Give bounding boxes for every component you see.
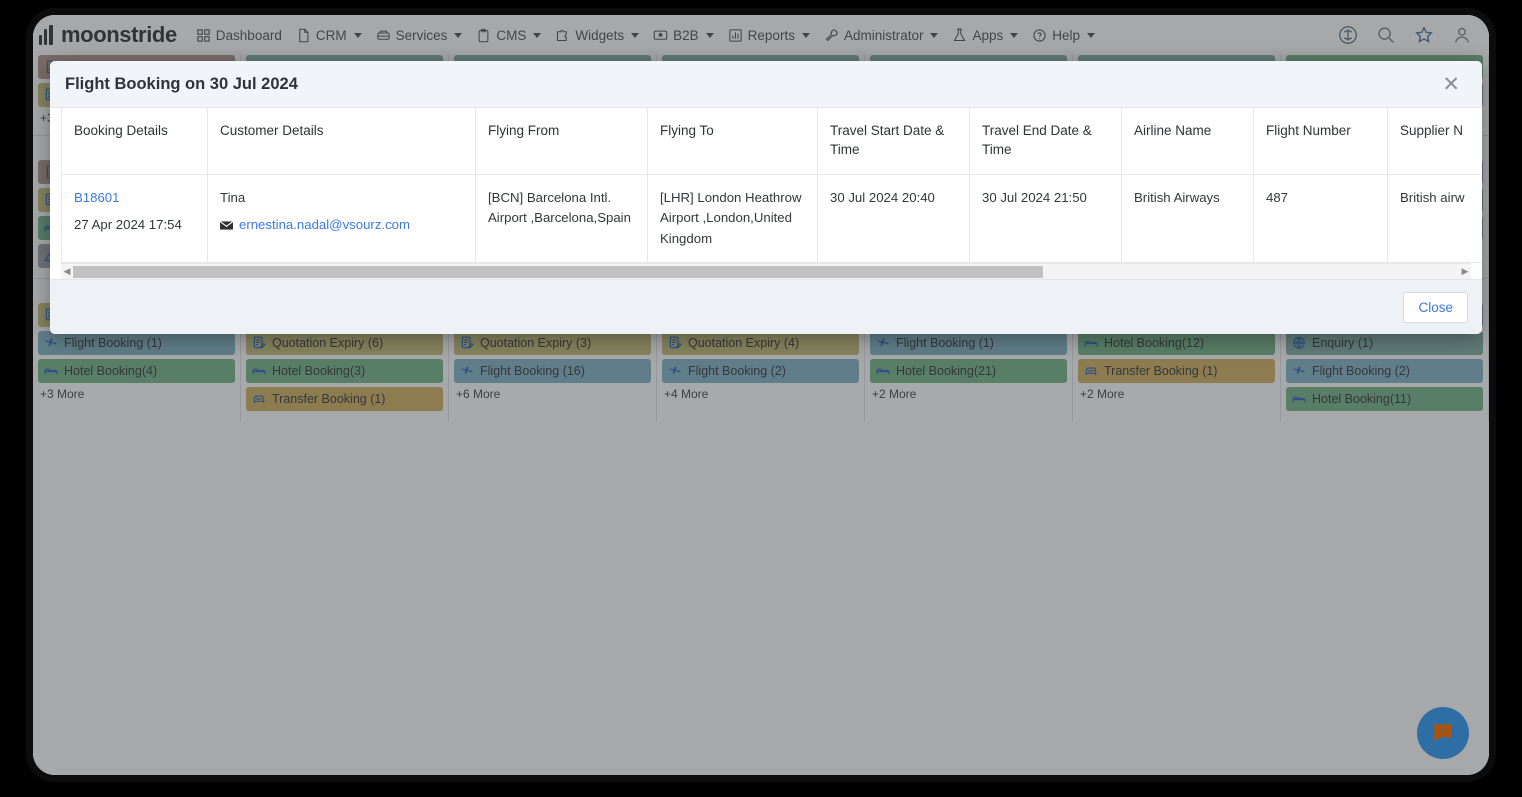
table-column-header: Travel Start Date & Time (817, 108, 970, 175)
envelope-icon (220, 220, 233, 231)
table-column-header: Flying To (647, 108, 818, 175)
scroll-right-arrow[interactable]: ▶ (1459, 266, 1471, 277)
cell-flying-from: [BCN] Barcelona Intl. Airport ,Barcelona… (475, 173, 648, 264)
table-column-header: Supplier N (1387, 108, 1482, 175)
table-column-header: Airline Name (1121, 108, 1254, 175)
flight-booking-modal: Flight Booking on 30 Jul 2024 ✕ Booking … (50, 61, 1482, 335)
table-column-header: Booking Details (61, 108, 208, 175)
table-column-header: Flying From (475, 108, 648, 175)
cell-booking-details: B18601 27 Apr 2024 17:54 (61, 173, 208, 264)
scroll-left-arrow[interactable]: ◀ (61, 266, 73, 277)
scrollbar-track[interactable] (73, 264, 1459, 279)
table-column-header: Flight Number (1253, 108, 1388, 175)
modal-title: Flight Booking on 30 Jul 2024 (65, 74, 298, 93)
booking-date: 27 Apr 2024 17:54 (74, 217, 182, 233)
cell-travel-end: 30 Jul 2024 21:50 (969, 173, 1122, 264)
cell-flying-to: [LHR] London Heathrow Airport ,London,Un… (647, 173, 818, 264)
booking-table-scroll-area: Booking Details Customer Details Flying Fr… (50, 108, 1482, 264)
app-window: moonstride Dashboard CRM Services CMS Widget… (33, 15, 1489, 775)
horizontal-scrollbar[interactable]: ◀ ▶ (61, 263, 1471, 280)
cell-airline-name: British Airways (1121, 173, 1254, 264)
booking-table-header-row: Booking Details Customer Details Flying Fr… (61, 108, 1482, 175)
booking-table: Booking Details Customer Details Flying Fr… (61, 108, 1482, 264)
table-row: B18601 27 Apr 2024 17:54 Tina ernestina.nad… (61, 173, 1482, 264)
scrollbar-thumb[interactable] (73, 265, 1044, 278)
customer-email-link[interactable]: ernestina.nadal@vsourz.com (239, 215, 410, 235)
close-button[interactable]: Close (1403, 291, 1468, 323)
customer-name: Tina (220, 189, 246, 205)
cell-customer-details: Tina ernestina.nadal@vsourz.com (207, 173, 476, 264)
modal-header: Flight Booking on 30 Jul 2024 ✕ (50, 61, 1482, 108)
close-icon[interactable]: ✕ (1438, 72, 1464, 97)
cell-supplier-name: British airw (1387, 173, 1482, 264)
modal-footer: Close (50, 279, 1482, 335)
booking-ref-link[interactable]: B18601 (74, 190, 119, 205)
modal-body: Booking Details Customer Details Flying Fr… (50, 108, 1482, 280)
chat-bubble-icon[interactable] (1417, 707, 1469, 759)
table-column-header: Travel End Date & Time (969, 108, 1122, 175)
cell-travel-start: 30 Jul 2024 20:40 (817, 173, 970, 264)
cell-flight-number: 487 (1253, 173, 1388, 264)
table-column-header: Customer Details (207, 108, 476, 175)
